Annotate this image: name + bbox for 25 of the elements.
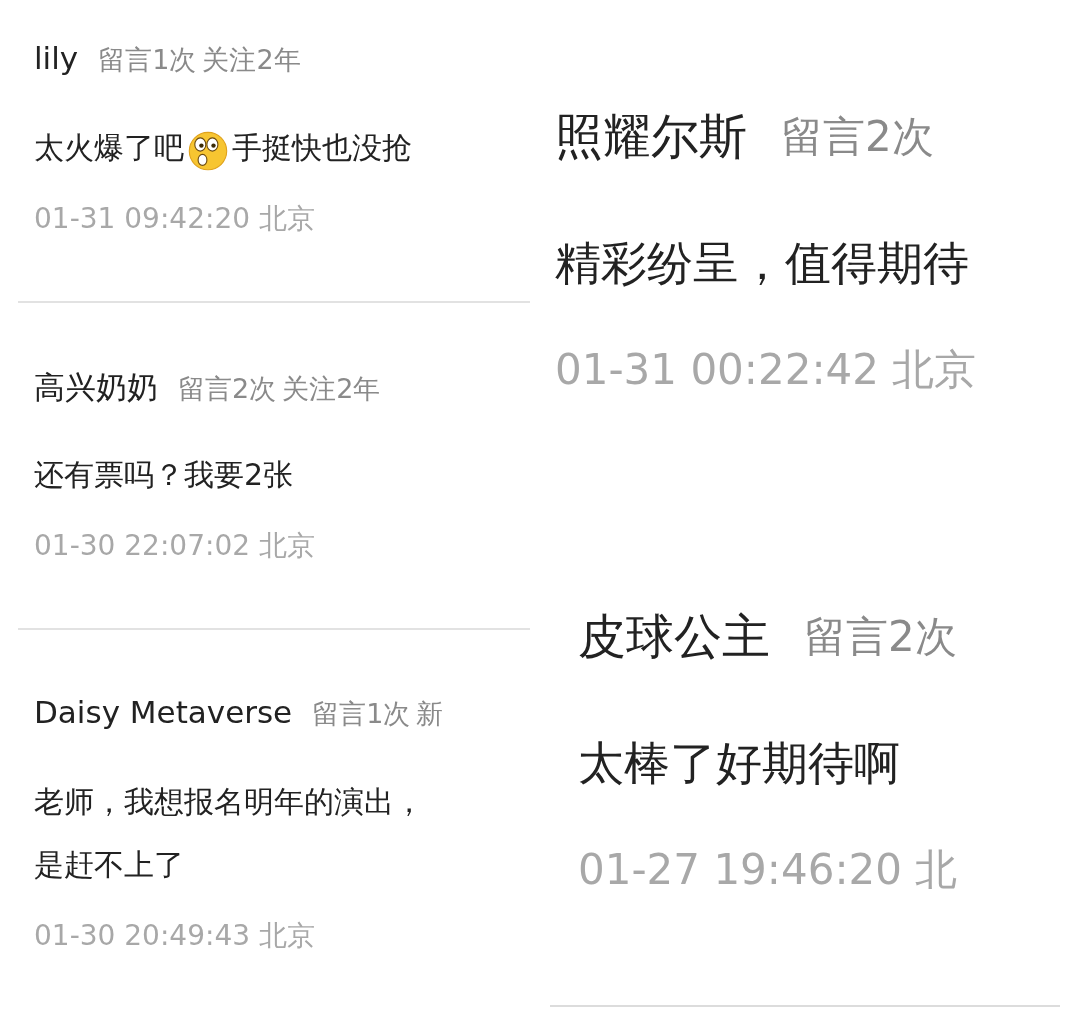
comment-text: 手挺快也没抢: [232, 130, 412, 165]
comment-text: 还有票吗？我要2张: [34, 457, 294, 492]
user-stat: 关注2年: [202, 43, 301, 77]
user-stat: 留言2次: [781, 111, 934, 163]
user-stat: 关注2年: [282, 372, 381, 406]
comment-time: 01-31 09:42:20 北京: [34, 201, 316, 237]
user-stat: 留言2次: [804, 611, 957, 663]
user-stat: 新: [416, 697, 444, 731]
user-name: lily: [34, 40, 79, 76]
comment-time: 01-31 00:22:42 北京: [555, 345, 978, 395]
comment-text: 太火爆了吧: [34, 130, 184, 165]
user-name: Daisy Metaverse: [34, 694, 293, 730]
user-stat: 留言2次: [178, 372, 277, 406]
user-name: 皮球公主: [578, 607, 770, 666]
user-stat: 留言1次: [312, 697, 411, 731]
comment-text: 太棒了好期待啊: [578, 736, 900, 790]
comment-text: 精彩纷呈，值得期待: [555, 236, 969, 290]
comment-time: 01-30 22:07:02 北京: [34, 528, 316, 564]
comment-time: 01-30 20:49:43 北京: [34, 918, 316, 954]
comment-text: 老师，我想报名明年的演出，: [34, 784, 424, 819]
user-name: 照耀尔斯: [555, 107, 747, 166]
user-stat: 留言1次: [98, 43, 197, 77]
comment-time: 01-27 19:46:20 北: [578, 845, 959, 895]
user-name: 高兴奶奶: [34, 368, 158, 407]
comment-text: 是赶不上了: [34, 847, 184, 882]
